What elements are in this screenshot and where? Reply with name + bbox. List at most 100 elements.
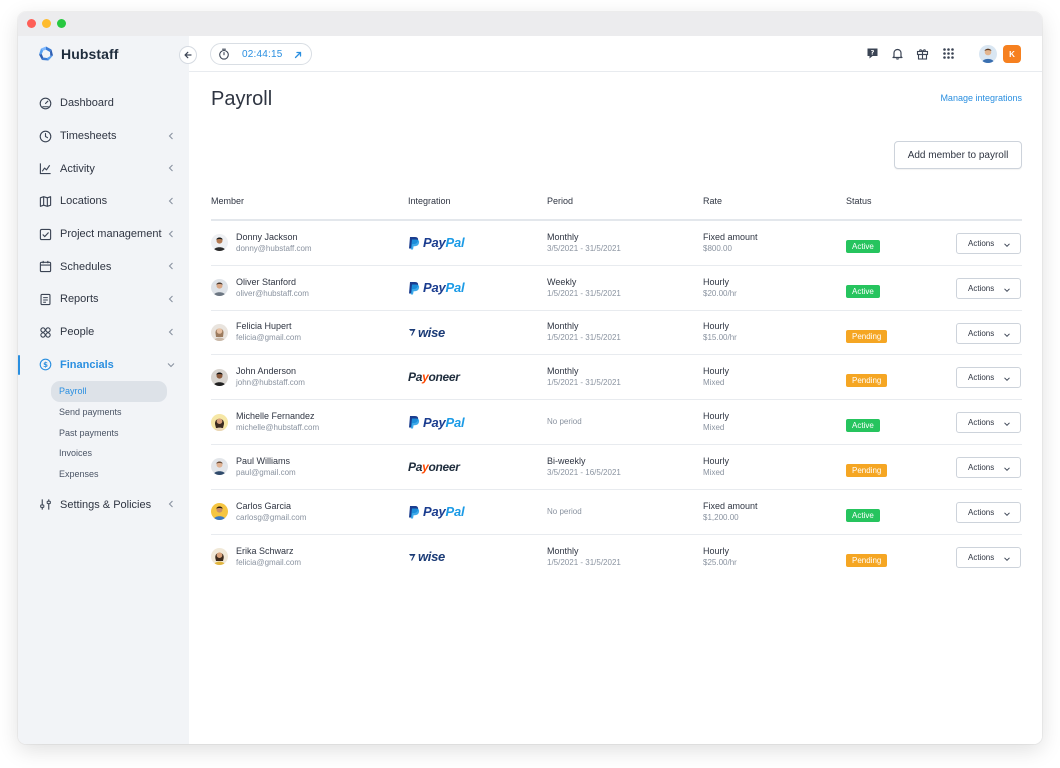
submenu-item-invoices[interactable]: Invoices bbox=[51, 443, 167, 464]
actions-dropdown-button[interactable]: Actions bbox=[956, 546, 1021, 568]
stopwatch-icon bbox=[219, 48, 229, 60]
member-avatar bbox=[211, 323, 228, 341]
member-name[interactable]: Donny Jackson bbox=[236, 231, 312, 243]
brand-logo[interactable]: Hubstaff bbox=[37, 45, 119, 63]
period-type: Monthly bbox=[547, 231, 579, 242]
member-email: oliver@hubstaff.com bbox=[236, 288, 309, 298]
chevron-down-icon bbox=[1004, 243, 1010, 248]
status-cell: Active bbox=[846, 281, 880, 299]
timer-widget[interactable]: 02:44:15 bbox=[210, 43, 312, 65]
submenu-item-send-payments[interactable]: Send payments bbox=[51, 402, 167, 423]
chevron-left-icon bbox=[168, 164, 173, 172]
member-cell: John Anderson john@hubstaff.com bbox=[211, 355, 305, 399]
table-row: Michelle Fernandez michelle@hubstaff.com… bbox=[211, 400, 1022, 445]
calendar-icon bbox=[38, 260, 52, 274]
rate-type: Hourly bbox=[703, 455, 730, 466]
period-cell: Monthly 3/5/2021 - 31/5/2021 bbox=[547, 221, 621, 265]
actions-dropdown-button[interactable]: Actions bbox=[956, 322, 1021, 344]
window-titlebar bbox=[18, 12, 1042, 36]
submenu-item-expenses[interactable]: Expenses bbox=[51, 464, 167, 485]
sidebar-item-settings-policies[interactable]: Settings & Policies bbox=[18, 488, 189, 521]
column-header-member[interactable]: Member bbox=[211, 196, 244, 206]
member-name[interactable]: Felicia Hupert bbox=[236, 320, 301, 332]
paypal-logo: PayPal bbox=[408, 504, 465, 520]
rate-value: Mixed bbox=[703, 467, 725, 477]
member-name[interactable]: Michelle Fernandez bbox=[236, 410, 319, 422]
collapse-sidebar-button[interactable] bbox=[179, 46, 197, 64]
actions-dropdown-button[interactable]: Actions bbox=[956, 501, 1021, 523]
member-email: felicia@gmail.com bbox=[236, 333, 302, 343]
chevron-down-icon bbox=[1004, 467, 1010, 471]
sidebar-item-locations[interactable]: Locations bbox=[18, 185, 189, 218]
report-icon bbox=[38, 292, 52, 306]
sidebar-item-schedules[interactable]: Schedules bbox=[18, 250, 189, 283]
member-email: paul@gmail.com bbox=[236, 467, 296, 477]
manage-integrations-link[interactable]: Manage integrations bbox=[940, 93, 1022, 103]
sidebar-item-people[interactable]: People bbox=[18, 316, 189, 349]
gift-icon[interactable] bbox=[915, 46, 929, 60]
actions-dropdown-button[interactable]: Actions bbox=[956, 367, 1021, 389]
help-icon[interactable]: ? bbox=[865, 46, 879, 60]
financials-submenu: Payroll Send payments Past payments Invo… bbox=[18, 381, 189, 484]
period-type: No period bbox=[547, 506, 582, 516]
period-cell: Weekly 1/5/2021 - 31/5/2021 bbox=[547, 266, 621, 310]
sidebar-item-dashboard[interactable]: Dashboard bbox=[18, 87, 189, 120]
column-header-period[interactable]: Period bbox=[547, 196, 573, 206]
sidebar-item-activity[interactable]: Activity bbox=[18, 152, 189, 185]
integration-name: PayPal bbox=[423, 504, 465, 520]
open-external-arrow-icon[interactable] bbox=[293, 50, 303, 60]
chevron-left-icon bbox=[168, 197, 173, 205]
integration-cell: wise bbox=[408, 535, 445, 580]
status-cell: Active bbox=[846, 236, 880, 254]
submenu-item-payroll[interactable]: Payroll bbox=[51, 381, 167, 402]
window-minimize-button[interactable] bbox=[42, 19, 51, 28]
rate-value: Mixed bbox=[703, 378, 725, 388]
add-member-to-payroll-button[interactable]: Add member to payroll bbox=[894, 141, 1022, 169]
user-avatar[interactable] bbox=[979, 45, 997, 63]
chevron-down-icon bbox=[1004, 377, 1010, 382]
sidebar-item-project-management[interactable]: Project management bbox=[18, 218, 189, 251]
actions-dropdown-button[interactable]: Actions bbox=[956, 412, 1021, 434]
table-row: Erika Schwarz felicia@gmail.com wise Mon… bbox=[211, 535, 1022, 580]
table-row: Oliver Stanford oliver@hubstaff.com PayP… bbox=[211, 266, 1022, 311]
column-header-rate[interactable]: Rate bbox=[703, 196, 722, 206]
sidebar-item-reports[interactable]: Reports bbox=[18, 283, 189, 316]
sidebar-item-financials[interactable]: $ Financials bbox=[18, 349, 189, 382]
status-badge: Pending bbox=[846, 553, 888, 567]
bell-icon[interactable] bbox=[890, 46, 904, 60]
period-type: No period bbox=[547, 417, 582, 427]
member-name[interactable]: Carlos Garcia bbox=[236, 500, 306, 512]
actions-label: Actions bbox=[968, 507, 995, 517]
window-close-button[interactable] bbox=[27, 19, 36, 28]
member-name[interactable]: Erika Schwarz bbox=[236, 545, 301, 557]
window-maximize-button[interactable] bbox=[57, 19, 66, 28]
status-cell: Active bbox=[846, 505, 880, 523]
dashboard-icon bbox=[38, 96, 52, 110]
sidebar-item-timesheets[interactable]: Timesheets bbox=[18, 120, 189, 153]
rate-value: $15.00/hr bbox=[703, 333, 737, 343]
period-type: Weekly bbox=[547, 276, 577, 287]
sidebar: Hubstaff Dashboard Timesheets Activity L… bbox=[18, 36, 189, 744]
member-email: felicia@gmail.com bbox=[236, 557, 302, 567]
rate-type: Fixed amount bbox=[703, 231, 758, 242]
chevron-left-icon bbox=[168, 132, 173, 140]
column-header-integration[interactable]: Integration bbox=[408, 196, 451, 206]
rate-value: $25.00/hr bbox=[703, 557, 737, 567]
apps-grid-icon[interactable] bbox=[941, 46, 955, 60]
member-name[interactable]: Paul Williams bbox=[236, 455, 296, 467]
member-name[interactable]: Oliver Stanford bbox=[236, 276, 309, 288]
table-row: Donny Jackson donny@hubstaff.com PayPal … bbox=[211, 221, 1022, 266]
period-type: Monthly bbox=[547, 366, 579, 377]
integration-name: wise bbox=[418, 324, 445, 340]
column-header-status[interactable]: Status bbox=[846, 196, 872, 206]
status-cell: Pending bbox=[846, 326, 888, 344]
actions-dropdown-button[interactable]: Actions bbox=[956, 277, 1021, 299]
actions-dropdown-button[interactable]: Actions bbox=[956, 456, 1021, 478]
member-name[interactable]: John Anderson bbox=[236, 365, 305, 377]
organization-badge[interactable]: K bbox=[1003, 45, 1021, 63]
period-range: 3/5/2021 - 16/5/2021 bbox=[547, 467, 621, 477]
actions-label: Actions bbox=[968, 283, 995, 293]
submenu-item-past-payments[interactable]: Past payments bbox=[51, 422, 167, 443]
actions-dropdown-button[interactable]: Actions bbox=[956, 233, 1021, 254]
period-cell: Bi-weekly 3/5/2021 - 16/5/2021 bbox=[547, 445, 621, 489]
